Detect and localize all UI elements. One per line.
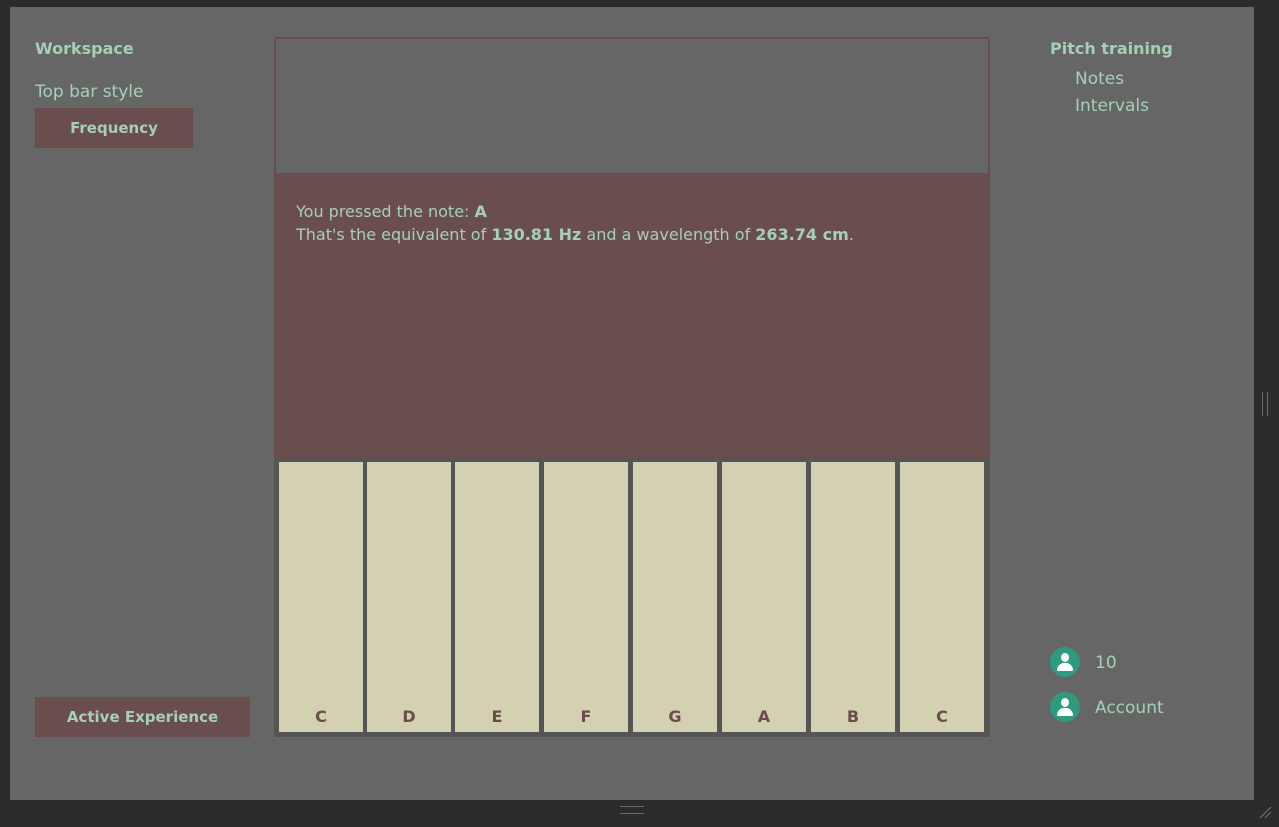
key-label: F xyxy=(580,707,592,726)
key-g[interactable]: G xyxy=(633,462,717,732)
equivalent-text: That's the equivalent of 130.81 Hz and a… xyxy=(296,225,854,244)
key-e[interactable]: E xyxy=(455,462,539,732)
key-f[interactable]: F xyxy=(544,462,628,732)
nav-item-notes[interactable]: Notes xyxy=(1075,69,1124,89)
display-area xyxy=(274,37,990,173)
drag-handle-icon[interactable] xyxy=(620,806,644,814)
account-link[interactable]: Account xyxy=(1095,698,1164,718)
key-label: E xyxy=(491,707,503,726)
key-d[interactable]: D xyxy=(367,462,451,732)
resize-grip-icon[interactable] xyxy=(1258,805,1272,819)
piano-keyboard: C D E F G A B C xyxy=(274,457,990,737)
workspace-title: Workspace xyxy=(35,39,134,58)
key-label: D xyxy=(402,707,416,726)
key-c-low[interactable]: C xyxy=(279,462,363,732)
key-label: B xyxy=(846,707,860,726)
key-label: G xyxy=(668,707,682,726)
pitch-training-title: Pitch training xyxy=(1050,39,1173,58)
pressed-note-text: You pressed the note: A xyxy=(296,202,487,221)
wavelength-value: 263.74 cm xyxy=(755,225,849,244)
key-a[interactable]: A xyxy=(722,462,806,732)
frequency-value: 130.81 Hz xyxy=(491,225,582,244)
user-icon xyxy=(1050,647,1080,677)
user-count: 10 xyxy=(1095,653,1117,673)
key-label: C xyxy=(315,707,327,726)
top-bar-style-label: Top bar style xyxy=(35,82,144,102)
account-icon[interactable] xyxy=(1050,692,1080,722)
key-b[interactable]: B xyxy=(811,462,895,732)
active-experience-button[interactable]: Active Experience xyxy=(35,697,250,737)
pressed-note: A xyxy=(474,202,487,221)
info-panel: You pressed the note: A That's the equiv… xyxy=(274,173,990,457)
key-c-high[interactable]: C xyxy=(900,462,984,732)
key-label: A xyxy=(757,707,771,726)
nav-item-intervals[interactable]: Intervals xyxy=(1075,96,1149,116)
key-label: C xyxy=(936,707,948,726)
frequency-button[interactable]: Frequency xyxy=(35,108,193,148)
side-resize-handle[interactable] xyxy=(1262,392,1268,416)
